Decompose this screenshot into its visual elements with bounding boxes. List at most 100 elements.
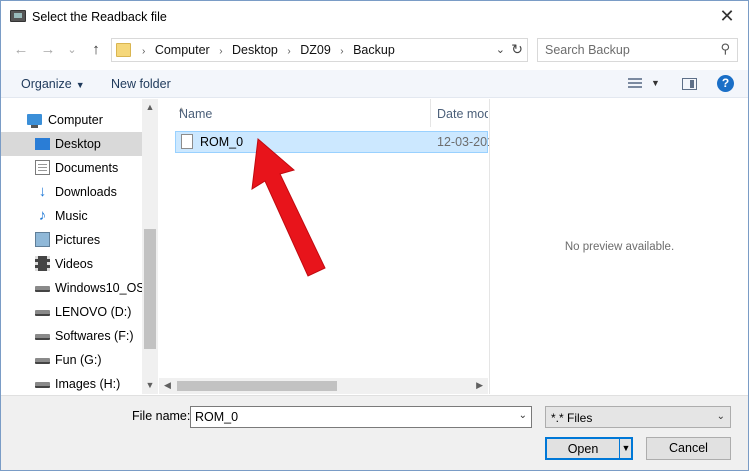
sidebar-item-documents[interactable]: Documents: [1, 156, 142, 180]
sidebar-item-windows10-os[interactable]: Windows10_OS (: [1, 276, 152, 300]
file-type-value: *.* Files: [551, 411, 593, 425]
breadcrumb-separator: ›: [219, 46, 223, 57]
file-type-select[interactable]: *.* Files ⌄: [545, 406, 731, 428]
refresh-icon[interactable]: ↻: [511, 41, 523, 58]
open-button-label: Open: [567, 442, 599, 456]
file-name-combobox[interactable]: ⌄: [190, 406, 532, 428]
breadcrumb-computer[interactable]: Computer: [155, 43, 210, 57]
cancel-button[interactable]: Cancel: [646, 437, 731, 460]
search-input[interactable]: [545, 43, 710, 57]
view-options-caret-icon[interactable]: ▼: [651, 78, 660, 88]
computer-icon: [27, 114, 42, 128]
documents-icon: [35, 160, 50, 175]
scroll-right-icon[interactable]: ▶: [476, 380, 483, 391]
scrollbar-thumb[interactable]: [144, 229, 156, 349]
navigation-pane: Computer Desktop Documents ↓ Downloads ♪…: [1, 99, 159, 394]
forward-arrow-icon[interactable]: →: [39, 41, 57, 59]
scroll-up-icon[interactable]: ▲: [142, 102, 158, 112]
sidebar-item-videos[interactable]: Videos: [1, 252, 142, 276]
sidebar-item-images[interactable]: Images (H:): [1, 372, 142, 396]
sidebar-item-label: Videos: [55, 257, 93, 271]
file-name: ROM_0: [200, 135, 244, 149]
sidebar-item-label: Fun (G:): [55, 353, 102, 367]
sidebar-item-label: Downloads: [55, 185, 117, 199]
column-header-date[interactable]: Date mod: [432, 99, 488, 127]
title-bar: Select the Readback file ✕: [1, 1, 748, 33]
change-view-icon[interactable]: [628, 78, 642, 90]
downloads-icon: ↓: [38, 183, 47, 200]
sidebar-item-label: Pictures: [55, 233, 101, 247]
scroll-down-icon[interactable]: ▼: [142, 380, 158, 390]
help-icon[interactable]: ?: [717, 75, 734, 92]
preview-pane: No preview available.: [489, 99, 748, 394]
pictures-icon: [35, 232, 50, 247]
sidebar-item-label: Windows10_OS (: [55, 281, 153, 295]
sidebar-item-label: Desktop: [55, 137, 101, 151]
drive-icon: [35, 334, 50, 340]
folder-icon: [116, 43, 131, 57]
preview-pane-toggle-icon[interactable]: [682, 78, 697, 90]
organize-label: Organize: [21, 77, 72, 91]
drive-icon: [35, 382, 50, 388]
drive-icon: [35, 310, 50, 316]
address-bar[interactable]: › Computer › Desktop › DZ09 › Backup ⌄ ↻: [111, 38, 528, 62]
sidebar-item-label: Images (H:): [55, 377, 121, 391]
sidebar-item-label: LENOVO (D:): [55, 305, 132, 319]
recent-locations-chevron-icon[interactable]: ⌄: [63, 41, 81, 59]
open-options-caret-icon[interactable]: ▼: [619, 438, 632, 459]
sidebar-item-label: Documents: [55, 161, 119, 175]
horizontal-scrollbar[interactable]: ◀ ▶: [159, 378, 488, 394]
sidebar-item-label: Softwares (F:): [55, 329, 134, 343]
column-header-name-label: Name: [179, 107, 213, 121]
sidebar-item-pictures[interactable]: Pictures: [1, 228, 142, 252]
chevron-down-icon[interactable]: ⌄: [519, 410, 527, 421]
file-icon: [181, 134, 193, 149]
red-arrow-annotation-icon: [251, 138, 326, 277]
chevron-down-icon[interactable]: ⌄: [717, 411, 725, 422]
sidebar-item-computer[interactable]: Computer: [1, 108, 142, 132]
close-button[interactable]: ✕: [714, 5, 740, 27]
sidebar-item-lenovo[interactable]: LENOVO (D:): [1, 300, 142, 324]
breadcrumb-backup[interactable]: Backup: [353, 43, 395, 57]
sidebar-item-label: Music: [55, 209, 88, 223]
caret-down-icon: ▼: [75, 80, 85, 90]
desktop-icon: [35, 138, 50, 150]
file-date: 12-03-201: [437, 135, 489, 149]
column-header-date-label: Date mod: [437, 107, 488, 121]
breadcrumb: › Computer › Desktop › DZ09 › Backup: [136, 43, 395, 57]
breadcrumb-separator: ›: [340, 46, 344, 57]
drive-icon: [35, 358, 50, 364]
command-toolbar: Organize ▼ New folder ▼ ?: [1, 70, 748, 98]
breadcrumb-dz09[interactable]: DZ09: [300, 43, 331, 57]
breadcrumb-separator: ›: [287, 46, 291, 57]
search-icon[interactable]: ⚲: [720, 41, 730, 57]
music-icon: ♪: [38, 207, 47, 224]
file-name-input[interactable]: [195, 410, 505, 424]
breadcrumb-desktop[interactable]: Desktop: [232, 43, 278, 57]
sidebar-item-downloads[interactable]: ↓ Downloads: [1, 180, 142, 204]
sidebar-item-softwares[interactable]: Softwares (F:): [1, 324, 142, 348]
dialog-title: Select the Readback file: [32, 10, 167, 24]
column-header-name[interactable]: ^ Name: [159, 99, 431, 127]
file-open-dialog: Select the Readback file ✕ ← → ⌄ ↑ › Com…: [0, 0, 749, 471]
navigation-scrollbar[interactable]: ▲ ▼: [142, 99, 158, 394]
back-arrow-icon[interactable]: ←: [12, 41, 30, 59]
videos-icon: [35, 256, 50, 271]
sidebar-item-fun[interactable]: Fun (G:): [1, 348, 142, 372]
file-name-label: File name:: [132, 409, 191, 423]
scrollbar-thumb[interactable]: [177, 381, 337, 391]
open-button[interactable]: Open ▼: [545, 437, 633, 460]
scroll-left-icon[interactable]: ◀: [164, 380, 171, 391]
chevron-down-icon[interactable]: ⌄: [496, 43, 505, 56]
search-box[interactable]: ⚲: [537, 38, 738, 62]
sidebar-item-music[interactable]: ♪ Music: [1, 204, 142, 228]
organize-button[interactable]: Organize ▼: [21, 77, 85, 91]
drive-icon: [35, 286, 50, 292]
app-icon: [10, 10, 26, 22]
sidebar-item-desktop[interactable]: Desktop: [1, 132, 142, 156]
new-folder-button[interactable]: New folder: [111, 77, 171, 91]
up-arrow-icon[interactable]: ↑: [87, 41, 105, 59]
dialog-footer: File name: ⌄ *.* Files ⌄ Open ▼ Cancel: [1, 395, 748, 470]
sidebar-item-label: Computer: [48, 113, 103, 127]
breadcrumb-separator: ›: [142, 46, 146, 57]
